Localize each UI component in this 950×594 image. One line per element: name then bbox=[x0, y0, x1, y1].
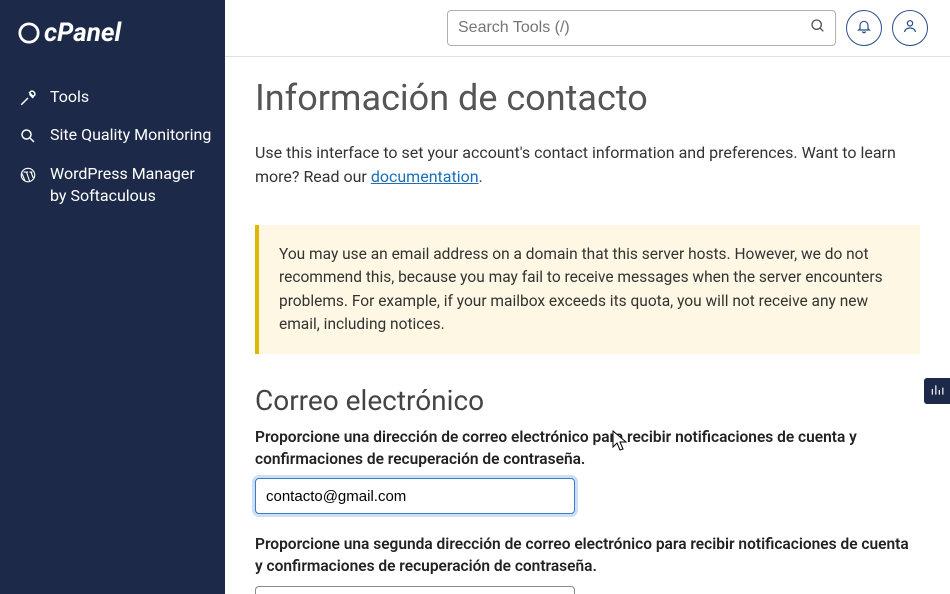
sidebar-item-tools[interactable]: Tools bbox=[18, 78, 225, 116]
intro-suffix: . bbox=[479, 167, 483, 186]
email2-label: Proporcione una segunda dirección de cor… bbox=[255, 534, 920, 577]
chart-icon bbox=[930, 382, 944, 401]
warning-text: You may use an email address on a domain… bbox=[279, 245, 883, 333]
sidebar-item-label: Tools bbox=[50, 86, 99, 108]
wordpress-icon bbox=[18, 165, 38, 185]
sidebar-item-site-quality[interactable]: Site Quality Monitoring bbox=[18, 116, 225, 154]
account-button[interactable] bbox=[892, 10, 928, 46]
magnifier-icon bbox=[18, 126, 38, 146]
logo[interactable]: cPanel bbox=[18, 18, 225, 48]
logo-text: cPanel bbox=[44, 18, 121, 48]
search-input[interactable] bbox=[447, 10, 836, 46]
user-icon bbox=[902, 18, 918, 38]
content: Información de contacto Use this interfa… bbox=[225, 57, 950, 594]
sidebar: cPanel Tools Site Quality Monitoring Wor… bbox=[0, 0, 225, 594]
page-title: Información de contacto bbox=[255, 77, 920, 119]
email1-input[interactable] bbox=[255, 478, 575, 514]
intro-prefix: Use this interface to set your account's… bbox=[255, 143, 896, 186]
documentation-link[interactable]: documentation bbox=[371, 167, 479, 186]
bell-icon bbox=[856, 18, 872, 38]
sidebar-item-wordpress[interactable]: WordPress Manager by Softaculous bbox=[18, 155, 225, 216]
email2-input[interactable] bbox=[255, 586, 575, 594]
intro-text: Use this interface to set your account's… bbox=[255, 141, 920, 189]
notifications-button[interactable] bbox=[846, 10, 882, 46]
header bbox=[225, 0, 950, 57]
stats-tab[interactable] bbox=[924, 378, 950, 404]
wrench-icon bbox=[18, 88, 38, 108]
search-icon bbox=[810, 18, 826, 38]
main: Información de contacto Use this interfa… bbox=[225, 0, 950, 594]
sidebar-item-label: Site Quality Monitoring bbox=[50, 124, 221, 146]
search-wrap bbox=[447, 10, 836, 46]
warning-box: You may use an email address on a domain… bbox=[255, 225, 920, 354]
email1-label: Proporcione una dirección de correo elec… bbox=[255, 427, 920, 470]
sidebar-item-label: WordPress Manager by Softaculous bbox=[50, 163, 225, 208]
email-heading: Correo electrónico bbox=[255, 384, 920, 417]
